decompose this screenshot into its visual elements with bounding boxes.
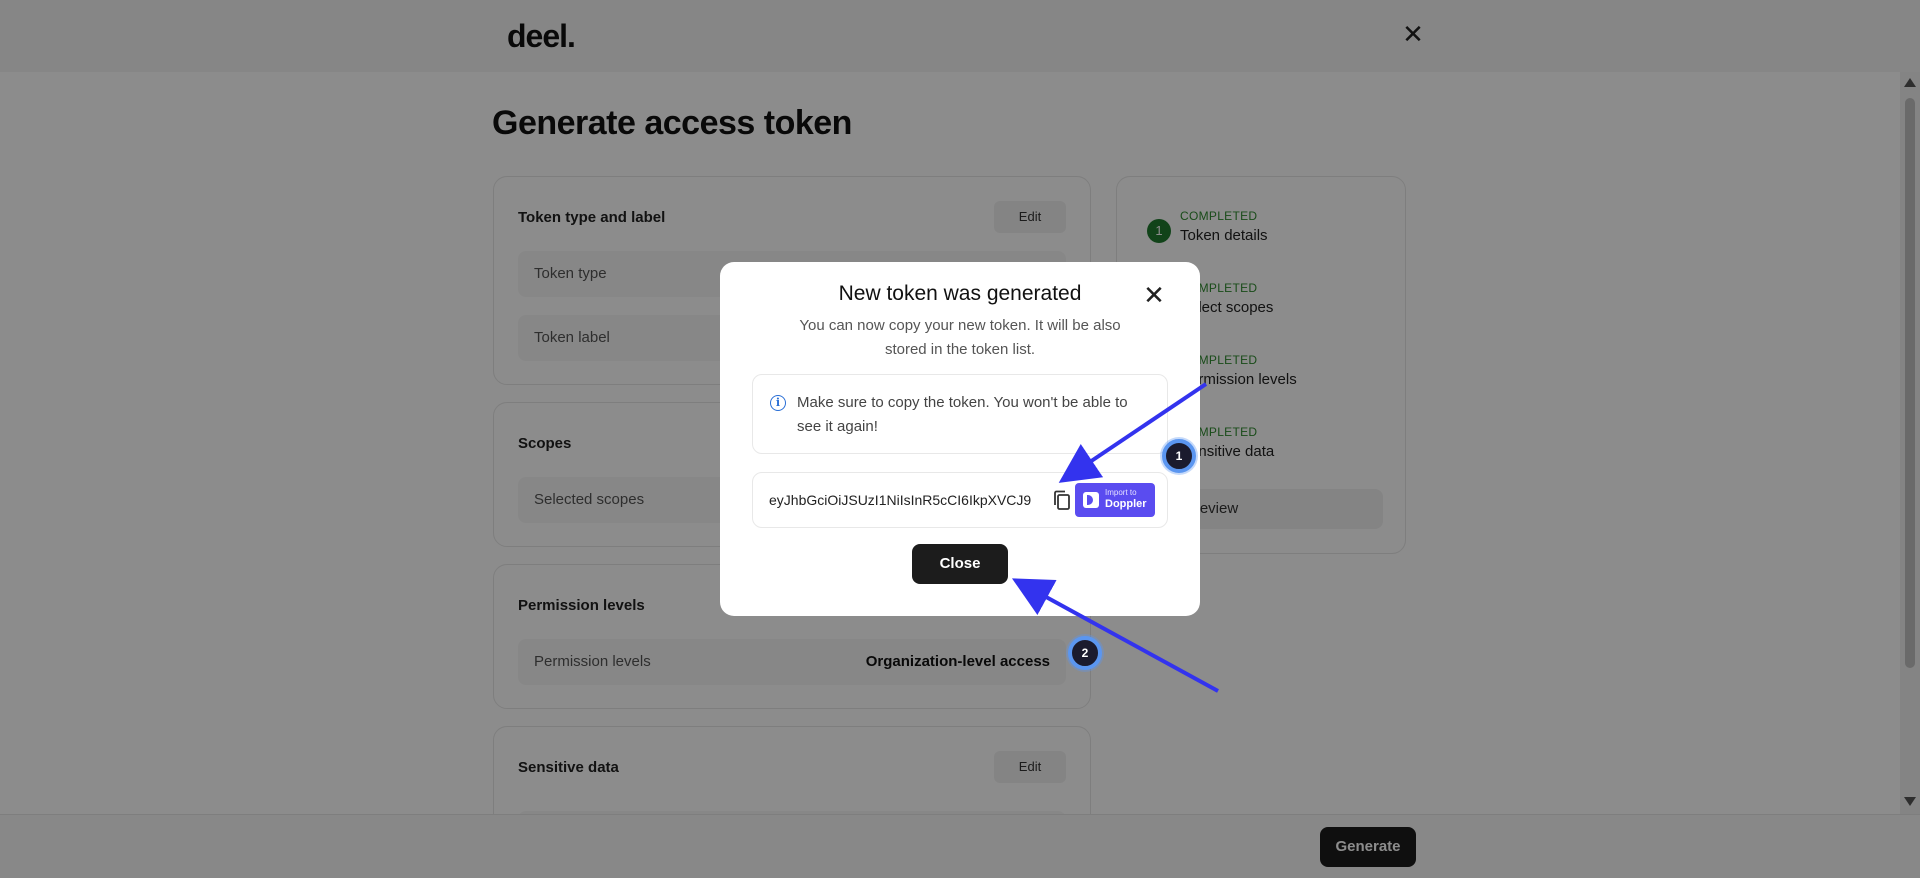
import-to-doppler-button[interactable]: Import to Doppler [1075,483,1155,517]
close-button[interactable]: Close [912,544,1008,584]
doppler-name: Doppler [1105,498,1147,510]
info-callout: i Make sure to copy the token. You won't… [752,374,1168,454]
modal-subtitle: You can now copy your new token. It will… [799,317,1121,358]
close-icon[interactable]: ✕ [1140,281,1168,309]
token-value[interactable]: eyJhbGciOiJSUzI1NiIsInR5cCI6IkpXVCJ9 [769,492,1039,508]
modal-title: New token was generated [838,282,1082,305]
info-icon: i [770,395,786,411]
info-text: Make sure to copy the token. You won't b… [797,394,1128,435]
annotation-badge-1: 1 [1162,439,1196,473]
token-generated-modal: New token was generated ✕ You can now co… [720,262,1200,616]
copy-icon[interactable] [1051,489,1073,513]
doppler-logo-icon [1083,492,1099,508]
doppler-caption: Import to [1105,488,1137,497]
token-field[interactable]: eyJhbGciOiJSUzI1NiIsInR5cCI6IkpXVCJ9 Imp… [752,472,1168,528]
annotation-badge-2: 2 [1068,636,1102,670]
